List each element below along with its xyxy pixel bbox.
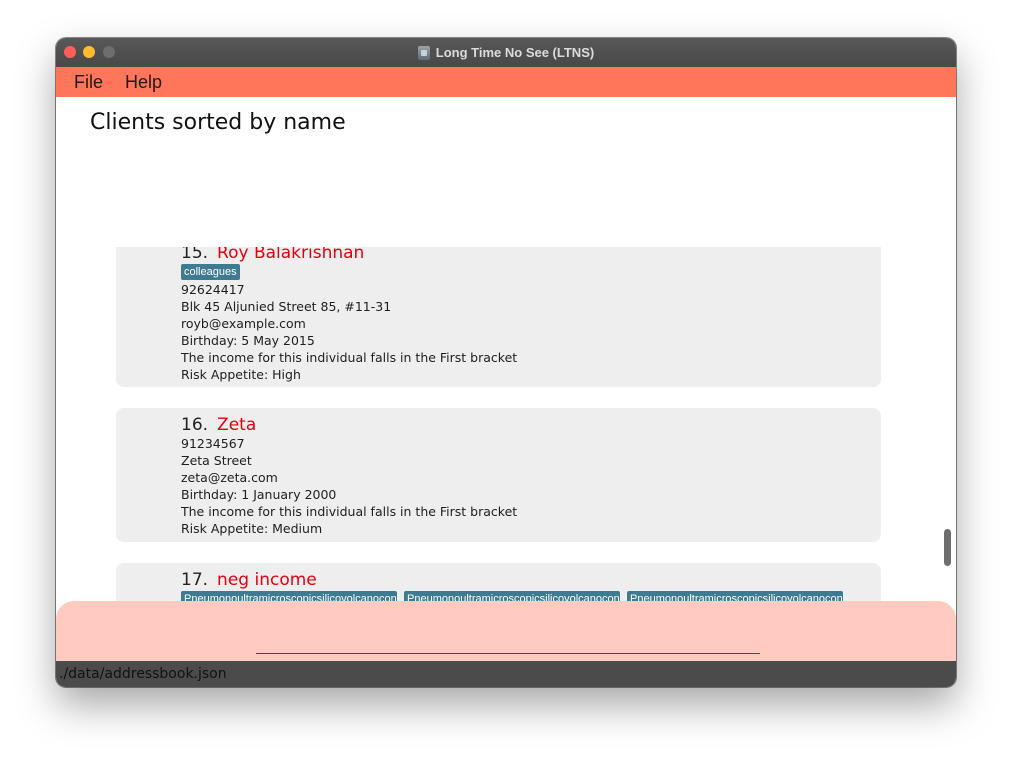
client-tag: Pneumonoultramicroscopicsilicovolcanocon… — [404, 591, 620, 601]
client-name: neg income — [217, 570, 317, 590]
client-tag: colleagues — [181, 264, 240, 280]
menu-file[interactable]: File — [74, 72, 103, 93]
client-email: royb@example.com — [181, 316, 306, 331]
client-risk: Risk Appetite: Medium — [181, 521, 323, 536]
client-address: Zeta Street — [181, 453, 252, 468]
app-window: Long Time No See (LTNS) File Help Client… — [56, 38, 956, 687]
menu-help[interactable]: Help — [125, 72, 162, 93]
client-phone: 92624417 — [181, 282, 245, 297]
client-income: The income for this individual falls in … — [181, 504, 518, 519]
client-address: Blk 45 Aljunied Street 85, #11-31 — [181, 299, 392, 314]
client-phone: 91234567 — [181, 436, 245, 451]
client-email: zeta@zeta.com — [181, 470, 278, 485]
client-name: Zeta — [217, 415, 257, 435]
client-card[interactable]: 17. neg income Pneumonoultramicroscopics… — [116, 563, 881, 601]
client-index: 15. — [181, 247, 209, 263]
main-panel: Clients sorted by name 15. Roy Balakrish… — [56, 97, 956, 601]
status-file-path: ./data/addressbook.json — [59, 666, 227, 682]
client-name: Roy Balakrishnan — [217, 247, 365, 263]
client-income: The income for this individual falls in … — [181, 350, 518, 365]
page-title: Clients sorted by name — [90, 110, 346, 135]
client-tags: colleagues — [181, 264, 517, 280]
client-card[interactable]: 16. Zeta 91234567 Zeta Street zeta@zeta.… — [116, 408, 881, 542]
client-tag: Pneumonoultramicroscopicsilicovolcanocon… — [627, 591, 843, 601]
window-title-text: Long Time No See (LTNS) — [435, 45, 595, 60]
app-icon — [417, 45, 430, 60]
client-tags: Pneumonoultramicroscopicsilicovolcanocon… — [181, 591, 843, 601]
client-risk: Risk Appetite: High — [181, 367, 301, 382]
client-tag: Pneumonoultramicroscopicsilicovolcanocon… — [181, 591, 397, 601]
list-scrollbar-thumb[interactable] — [944, 529, 951, 566]
client-birthday: Birthday: 5 May 2015 — [181, 333, 315, 348]
client-card[interactable]: 15. Roy Balakrishnan colleagues 92624417… — [116, 247, 881, 387]
client-list[interactable]: 15. Roy Balakrishnan colleagues 92624417… — [56, 247, 956, 601]
title-bar: Long Time No See (LTNS) — [56, 38, 956, 67]
status-bar: ./data/addressbook.json — [56, 661, 956, 687]
client-birthday: Birthday: 1 January 2000 — [181, 487, 337, 502]
client-index: 16. — [181, 415, 209, 435]
client-index: 17. — [181, 570, 209, 590]
window-title: Long Time No See (LTNS) — [56, 38, 956, 67]
menu-bar: File Help — [56, 67, 956, 97]
command-input[interactable] — [256, 621, 760, 654]
command-box — [56, 601, 956, 661]
